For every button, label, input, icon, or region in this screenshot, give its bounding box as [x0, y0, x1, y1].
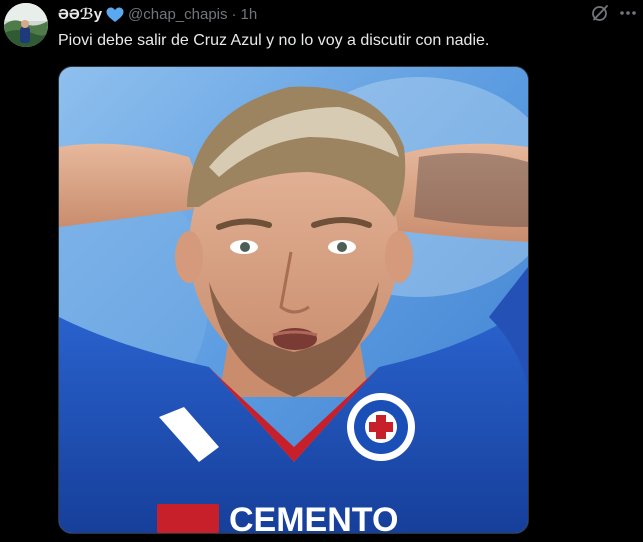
- tweet-header: ƏƏℬу @chap_chapis · 1h: [58, 5, 257, 25]
- grok-icon: [590, 3, 610, 28]
- jersey-sponsor-text: CEMENTO: [229, 501, 398, 533]
- tweet[interactable]: ƏƏℬу @chap_chapis · 1h Piovi debe salir …: [0, 0, 643, 542]
- avatar[interactable]: [4, 3, 48, 47]
- post-timestamp[interactable]: 1h: [241, 5, 258, 25]
- more-button[interactable]: [617, 4, 639, 26]
- grok-button[interactable]: [589, 4, 611, 26]
- blue-heart-icon: [106, 7, 124, 23]
- author-handle[interactable]: @chap_chapis: [128, 5, 227, 25]
- tweet-text: Piovi debe salir de Cruz Azul y no lo vo…: [58, 32, 490, 49]
- more-icon: [618, 3, 638, 28]
- separator-dot: ·: [231, 6, 237, 23]
- author-display-name[interactable]: ƏƏℬу: [58, 5, 102, 25]
- tweet-media-photo[interactable]: CEMENTO: [58, 66, 529, 534]
